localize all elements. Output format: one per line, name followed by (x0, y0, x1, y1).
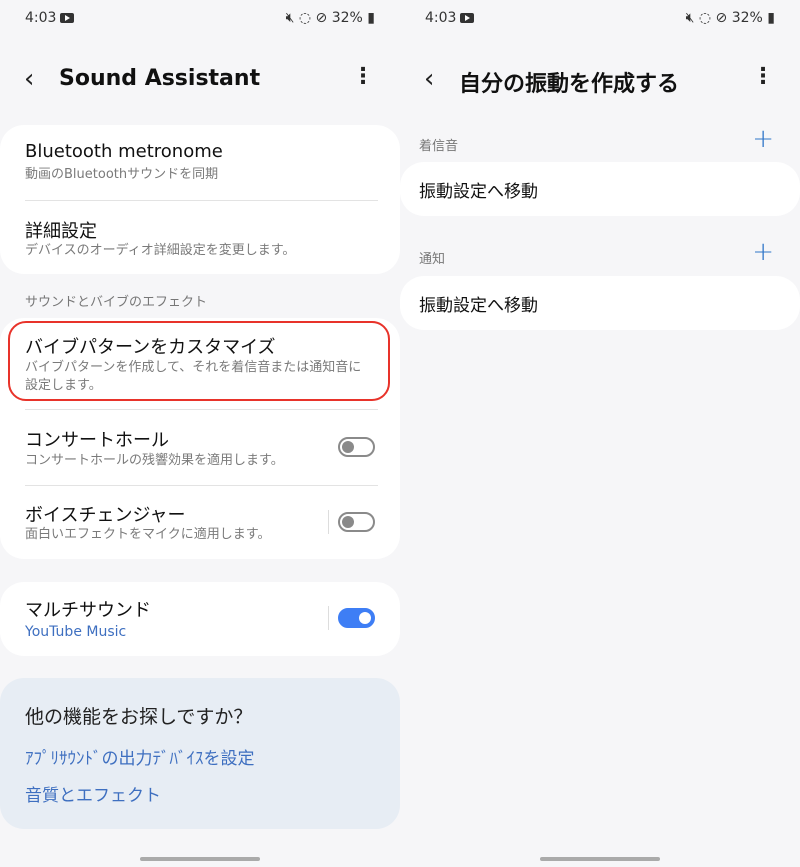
ringtone-vibration-item[interactable]: 振動設定へ移動 (400, 162, 800, 216)
notification-section-label: 通知 (419, 252, 446, 267)
divider (328, 606, 329, 630)
customize-vibration-item[interactable]: バイブパターンをカスタマイズ バイブパターンを作成して、それを着信音または通知音… (8, 321, 390, 401)
section-header: サウンドとバイブのエフェクト (25, 295, 208, 310)
concert-hall-item[interactable]: コンサートホール コンサートホールの残響効果を適用します。 (0, 410, 400, 485)
status-icons: 🔇︎ ◌ ⊘ 32% ▮ (285, 10, 375, 26)
notification-vibration-item[interactable]: 振動設定へ移動 (400, 276, 800, 330)
multi-sound-item[interactable]: マルチサウンド YouTube Music (0, 582, 400, 656)
add-ringtone-vibration-icon[interactable]: + (752, 124, 774, 154)
effects-card: バイブパターンをカスタマイズ バイブパターンを作成して、それを着信音または通知音… (0, 318, 400, 559)
battery-level: 32% (331, 10, 363, 26)
multi-sound-toggle[interactable] (338, 608, 375, 628)
clock: 4:03 (425, 10, 457, 26)
home-indicator[interactable] (540, 857, 660, 861)
add-notification-vibration-icon[interactable]: + (752, 237, 774, 267)
sound-assistant-screen: 4:03 🔇︎ ◌ ⊘ 32% ▮ ‹ Sound Assistant ⋮ Bl… (0, 0, 400, 867)
voice-changer-item[interactable]: ボイスチェンジャー 面白いエフェクトをマイクに適用します。 (0, 486, 400, 559)
item-subtitle: バイブパターンを作成して、それを着信音または通知音に設定します。 (25, 360, 362, 393)
item-subtitle: コンサートホールの残響効果を適用します。 (25, 453, 284, 468)
settings-card: Bluetooth metronome 動画のBluetoothサウンドを同期 … (0, 125, 400, 274)
advanced-settings-item[interactable]: 詳細設定 デバイスのオーディオ詳細設定を変更します。 (0, 201, 400, 274)
battery-level: 32% (731, 10, 763, 26)
youtube-notification-icon (460, 13, 475, 23)
item-title: マルチサウンド (25, 600, 151, 621)
clock: 4:03 (25, 10, 57, 26)
status-bar: 4:03 🔇︎ ◌ ⊘ 32% ▮ (25, 8, 375, 28)
status-icons: 🔇︎ ◌ ⊘ 32% ▮ (685, 10, 775, 26)
suggestions-title: 他の機能をお探しですか？ (25, 706, 253, 728)
bluetooth-metronome-item[interactable]: Bluetooth metronome 動画のBluetoothサウンドを同期 (0, 125, 400, 200)
item-title: バイブパターンをカスタマイズ (25, 337, 276, 358)
item-title: コンサートホール (25, 430, 169, 451)
item-subtitle: デバイスのオーディオ詳細設定を変更します。 (25, 243, 296, 258)
item-title: Bluetooth metronome (25, 141, 223, 162)
more-options-icon[interactable]: ⋮ (352, 64, 374, 89)
app-sound-output-link[interactable]: ｱﾌﾟﾘｻｳﾝﾄﾞの出力ﾃﾞﾊﾞｲｽを設定 (25, 744, 255, 769)
back-icon[interactable]: ‹ (24, 64, 34, 94)
back-icon[interactable]: ‹ (424, 64, 434, 94)
page-title: 自分の振動を作成する (459, 72, 680, 97)
create-vibration-screen: 4:03 🔇︎ ◌ ⊘ 32% ▮ ‹ 自分の振動を作成する ⋮ 着信音 + 振… (400, 0, 800, 867)
voice-changer-toggle[interactable] (338, 512, 375, 532)
item-subtitle: YouTube Music (25, 624, 127, 640)
status-bar: 4:03 🔇︎ ◌ ⊘ 32% ▮ (425, 8, 775, 28)
item-title: 振動設定へ移動 (419, 296, 538, 316)
divider (328, 510, 329, 534)
home-indicator[interactable] (140, 857, 260, 861)
item-title: 詳細設定 (25, 221, 97, 242)
item-title: 振動設定へ移動 (419, 182, 538, 202)
item-title: ボイスチェンジャー (25, 505, 186, 526)
concert-hall-toggle[interactable] (338, 437, 375, 457)
sound-quality-link[interactable]: 音質とエフェクト (25, 781, 161, 806)
item-subtitle: 動画のBluetoothサウンドを同期 (25, 167, 219, 182)
suggestions-card: 他の機能をお探しですか？ ｱﾌﾟﾘｻｳﾝﾄﾞの出力ﾃﾞﾊﾞｲｽを設定 音質とエフ… (0, 678, 400, 829)
page-title: Sound Assistant (59, 66, 261, 91)
more-options-icon[interactable]: ⋮ (752, 64, 774, 89)
youtube-notification-icon (60, 13, 75, 23)
item-subtitle: 面白いエフェクトをマイクに適用します。 (25, 527, 271, 542)
ringtone-section-label: 着信音 (419, 139, 459, 154)
